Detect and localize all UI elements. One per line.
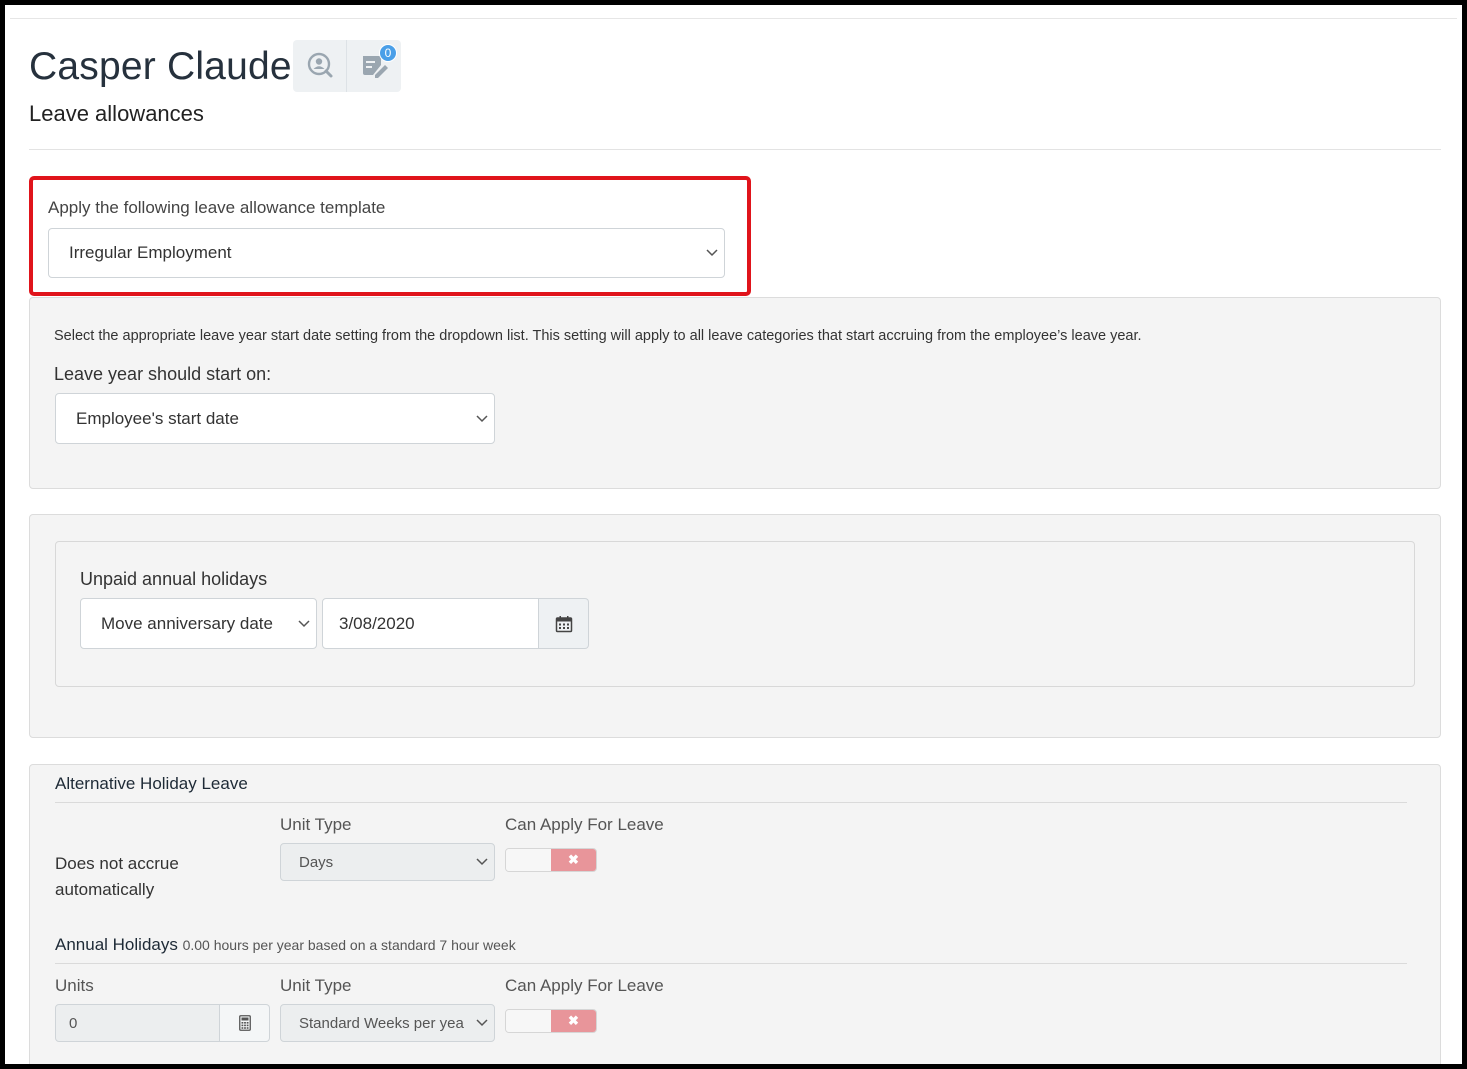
header-divider <box>29 149 1441 150</box>
anniversary-action-select[interactable]: Move anniversary date <box>80 598 317 649</box>
header-action-group: 0 <box>293 40 402 92</box>
toggle-off-icon: ✖ <box>551 1010 596 1032</box>
unpaid-holidays-outer-panel: Unpaid annual holidays Move anniversary … <box>29 514 1441 738</box>
chevron-down-icon <box>292 619 316 628</box>
unpaid-holidays-title: Unpaid annual holidays <box>80 569 268 589</box>
annual-can-apply-toggle[interactable]: ✖ <box>505 1009 597 1033</box>
leave-year-select-value: Employee's start date <box>76 408 239 428</box>
leave-year-panel: Select the appropriate leave year start … <box>29 297 1441 489</box>
anniversary-action-value: Move anniversary date <box>101 613 273 633</box>
template-select-value: Irregular Employment <box>69 243 232 262</box>
chevron-down-icon <box>470 858 494 866</box>
chevron-down-icon <box>700 249 724 257</box>
template-label: Apply the following leave allowance temp… <box>48 198 386 217</box>
chevron-down-icon <box>470 1019 494 1027</box>
calculator-icon <box>238 1015 251 1031</box>
toggle-track <box>506 849 551 871</box>
units-label: Units <box>55 976 94 995</box>
alternative-unit-type-value: Days <box>299 853 334 871</box>
units-input[interactable]: 0 <box>55 1004 220 1042</box>
notes-count-badge: 0 <box>379 44 397 62</box>
leave-year-select[interactable]: Employee's start date <box>55 393 495 444</box>
calendar-button[interactable] <box>539 598 589 649</box>
unpaid-holidays-inner-panel: Unpaid annual holidays Move anniversary … <box>55 541 1415 687</box>
chevron-down-icon <box>470 414 494 423</box>
template-highlight-box: Apply the following leave allowance temp… <box>29 176 751 296</box>
calculator-button[interactable] <box>220 1004 270 1042</box>
units-value: 0 <box>69 1014 78 1032</box>
annual-holidays-subtitle: 0.00 hours per year based on a standard … <box>182 937 516 953</box>
leave-year-label: Leave year should start on: <box>54 364 272 384</box>
can-apply-label: Can Apply For Leave <box>505 976 664 995</box>
section-divider <box>55 963 1407 964</box>
annual-holidays-heading: Annual Holidays 0.00 hours per year base… <box>55 935 516 955</box>
can-apply-label: Can Apply For Leave <box>505 815 664 834</box>
search-person-button[interactable] <box>293 40 347 92</box>
leave-year-help-text: Select the appropriate leave year start … <box>54 328 1142 344</box>
toggle-track <box>506 1010 551 1032</box>
unit-type-label: Unit Type <box>280 815 352 834</box>
toggle-off-icon: ✖ <box>551 849 596 871</box>
anniversary-date-value: 3/08/2020 <box>339 613 415 633</box>
top-border <box>10 18 1457 19</box>
section-divider <box>55 802 1407 803</box>
calendar-icon <box>555 615 572 632</box>
annual-unit-type-select[interactable]: Standard Weeks per yea <box>280 1004 495 1042</box>
alternative-holiday-title: Alternative Holiday Leave <box>55 774 248 793</box>
notes-button[interactable]: 0 <box>347 40 401 92</box>
anniversary-date-input[interactable]: 3/08/2020 <box>322 598 539 649</box>
template-select[interactable]: Irregular Employment <box>48 228 725 278</box>
accrual-text: Does not accrue automatically <box>55 854 179 899</box>
page-title: Casper Claude <box>29 45 292 88</box>
alternative-unit-type-select[interactable]: Days <box>280 843 495 881</box>
annual-holidays-title: Annual Holidays <box>55 935 178 954</box>
alternative-can-apply-toggle[interactable]: ✖ <box>505 848 597 872</box>
search-person-icon <box>307 52 332 78</box>
unit-type-label: Unit Type <box>280 976 352 995</box>
annual-unit-type-value: Standard Weeks per yea <box>299 1014 464 1032</box>
leave-categories-panel: Alternative Holiday Leave Unit Type Can … <box>29 764 1441 1064</box>
page-subtitle: Leave allowances <box>29 101 204 126</box>
app-window: Casper Claude 0 Leave allowances Apply t… <box>5 5 1462 1064</box>
